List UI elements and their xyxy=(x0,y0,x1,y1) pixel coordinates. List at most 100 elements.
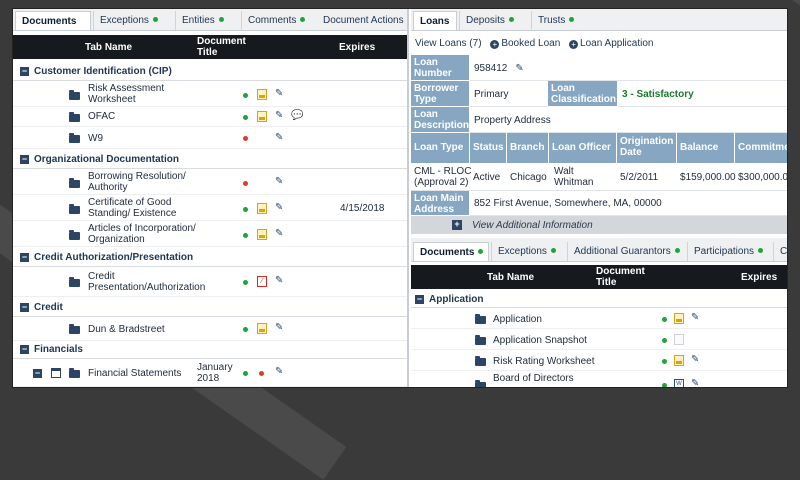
row-title-line1: Borrowing Resolution/ xyxy=(88,171,186,182)
document-actions-dropdown[interactable]: Document Actions▼ xyxy=(317,11,407,30)
column-document-title-line2[interactable]: Title xyxy=(197,47,217,58)
pencil-edit-icon[interactable]: ✎ xyxy=(691,379,699,388)
group-credit[interactable]: − Credit xyxy=(13,299,407,317)
pencil-edit-icon[interactable]: ✎ xyxy=(275,367,283,377)
tab-loans[interactable]: Loans xyxy=(413,11,457,30)
tab-exceptions[interactable]: Exceptions xyxy=(93,11,173,30)
row-title-line2: ... xyxy=(493,384,501,387)
column-status[interactable]: Status xyxy=(470,133,507,163)
pencil-edit-icon[interactable]: ✎ xyxy=(515,63,523,74)
tab-trusts[interactable]: Trusts xyxy=(531,11,589,30)
pencil-edit-icon[interactable]: ✎ xyxy=(691,355,699,365)
tab-label: Document Actions xyxy=(323,15,404,26)
column-document-title-line1[interactable]: Document xyxy=(197,36,246,47)
loan-document-row-application-snapshot[interactable]: Application Snapshot xyxy=(411,329,787,350)
view-additional-information-row[interactable]: + View Additional Information xyxy=(411,216,787,234)
view-loans-link[interactable]: View Loans (7) xyxy=(415,38,482,49)
image-doc-icon[interactable] xyxy=(257,203,267,214)
loan-application-link[interactable]: + Loan Application xyxy=(569,38,653,49)
column-tab-name[interactable]: Tab Name xyxy=(85,42,132,53)
pencil-edit-icon[interactable]: ✎ xyxy=(275,203,283,213)
column-tab-name[interactable]: Tab Name xyxy=(487,272,534,283)
pencil-edit-icon[interactable]: ✎ xyxy=(275,177,283,187)
collapse-icon[interactable]: − xyxy=(33,369,42,378)
loan-type-line2: (Approval 2) xyxy=(414,177,469,188)
tab-label: Entities xyxy=(182,15,215,26)
blank-doc-icon[interactable] xyxy=(674,334,684,345)
calendar-icon[interactable] xyxy=(51,368,61,378)
pencil-edit-icon[interactable]: ✎ xyxy=(275,323,283,333)
group-organizational-documentation[interactable]: − Organizational Documentation xyxy=(13,151,407,169)
image-doc-icon[interactable] xyxy=(257,111,267,122)
pencil-edit-icon[interactable]: ✎ xyxy=(275,276,283,286)
image-doc-icon[interactable] xyxy=(257,229,267,240)
loan-document-row-application[interactable]: Application ✎ xyxy=(411,308,787,329)
tab-additional-guarantors[interactable]: Additional Guarantors xyxy=(567,242,685,261)
image-doc-icon[interactable] xyxy=(257,323,267,334)
collapse-icon[interactable]: − xyxy=(20,253,29,262)
loan-document-row-board-of-directors[interactable]: Board of Directors ... W ✎ xyxy=(411,371,787,388)
label-line2: Description xyxy=(414,120,470,131)
pencil-edit-icon[interactable]: ✎ xyxy=(275,229,283,239)
document-row-borrowing-resolution[interactable]: Borrowing Resolution/ Authority ✎ xyxy=(13,169,407,195)
pencil-edit-icon[interactable]: ✎ xyxy=(275,111,283,121)
label-loan-description: Loan Description xyxy=(411,107,470,133)
column-balance[interactable]: Balance xyxy=(677,133,735,163)
pdf-doc-icon[interactable]: ⁄ xyxy=(257,276,267,287)
status-green-icon xyxy=(662,338,667,343)
expand-plus-icon[interactable]: + xyxy=(452,220,462,230)
collapse-icon[interactable]: − xyxy=(20,303,29,312)
collapse-icon[interactable]: − xyxy=(20,155,29,164)
collapse-icon[interactable]: − xyxy=(415,295,424,304)
collapse-icon[interactable]: − xyxy=(20,345,29,354)
document-row-credit-presentation[interactable]: Credit Presentation/Authorization ⁄ ✎ xyxy=(13,267,407,297)
group-credit-authorization[interactable]: − Credit Authorization/Presentation xyxy=(13,249,407,267)
header-line2: Date xyxy=(620,147,642,158)
pencil-edit-icon[interactable]: ✎ xyxy=(275,89,283,99)
booked-loan-link[interactable]: + Booked Loan xyxy=(490,38,560,49)
document-row-w9[interactable]: W9 ✎ xyxy=(13,127,407,149)
tab-loan-documents[interactable]: Documents xyxy=(413,242,489,261)
document-row-dun-bradstreet[interactable]: Dun & Bradstreet ✎ xyxy=(13,317,407,341)
loan-document-row-risk-rating[interactable]: Risk Rating Worksheet ✎ xyxy=(411,350,787,371)
document-row-ofac[interactable]: OFAC ✎ 💬 xyxy=(13,107,407,127)
word-doc-icon[interactable]: W xyxy=(674,379,684,387)
column-document-title-line2[interactable]: Title xyxy=(596,277,616,288)
group-cip[interactable]: − Customer Identification (CIP) xyxy=(13,63,407,81)
tab-deposits[interactable]: Deposits xyxy=(459,11,529,30)
loan-grid-row[interactable]: CML - RLOC (Approval 2) Active Chicago W… xyxy=(411,163,787,191)
pencil-edit-icon[interactable]: ✎ xyxy=(691,313,699,323)
comment-bubble-icon[interactable]: 💬 xyxy=(291,111,303,121)
document-row-certificate-good-standing[interactable]: Certificate of Good Standing/ Existence … xyxy=(13,195,407,221)
tab-collateral[interactable]: Co xyxy=(773,242,787,261)
image-doc-icon[interactable] xyxy=(674,313,684,324)
tab-documents[interactable]: Documents xyxy=(15,11,91,30)
document-row-risk-assessment[interactable]: Risk Assessment Worksheet ✎ xyxy=(13,81,407,107)
tab-participations[interactable]: Participations xyxy=(687,242,771,261)
tab-label: Exceptions xyxy=(498,246,547,257)
folder-icon xyxy=(475,335,486,345)
document-row-articles-incorporation[interactable]: Articles of Incorporation/ Organization … xyxy=(13,221,407,247)
image-doc-icon[interactable] xyxy=(257,89,267,100)
left-tab-bar: Documents Exceptions Entities Comments D… xyxy=(13,9,407,31)
column-loan-officer[interactable]: Loan Officer xyxy=(549,133,617,163)
column-commitment[interactable]: Commitmen xyxy=(735,133,787,163)
tab-entities[interactable]: Entities xyxy=(175,11,239,30)
column-document-title-line1[interactable]: Document xyxy=(596,266,645,277)
column-loan-type[interactable]: Loan Type xyxy=(411,133,470,163)
column-expires[interactable]: Expires xyxy=(741,272,777,283)
column-expires[interactable]: Expires xyxy=(339,42,375,53)
folder-icon xyxy=(69,133,80,143)
collapse-icon[interactable]: − xyxy=(20,67,29,76)
group-financials[interactable]: − Financials xyxy=(13,341,407,359)
tab-loan-exceptions[interactable]: Exceptions xyxy=(491,242,565,261)
loan-type-line1: CML - RLOC xyxy=(414,166,472,177)
image-doc-icon[interactable] xyxy=(674,355,684,366)
tab-comments[interactable]: Comments xyxy=(241,11,315,30)
status-green-icon xyxy=(243,327,248,332)
column-origination-date[interactable]: Origination Date xyxy=(617,133,677,163)
pencil-edit-icon[interactable]: ✎ xyxy=(275,133,283,143)
column-branch[interactable]: Branch xyxy=(507,133,549,163)
document-row-financial-statements[interactable]: − Financial Statements January 2018 ✎ xyxy=(13,359,407,387)
group-application[interactable]: − Application xyxy=(411,291,787,308)
